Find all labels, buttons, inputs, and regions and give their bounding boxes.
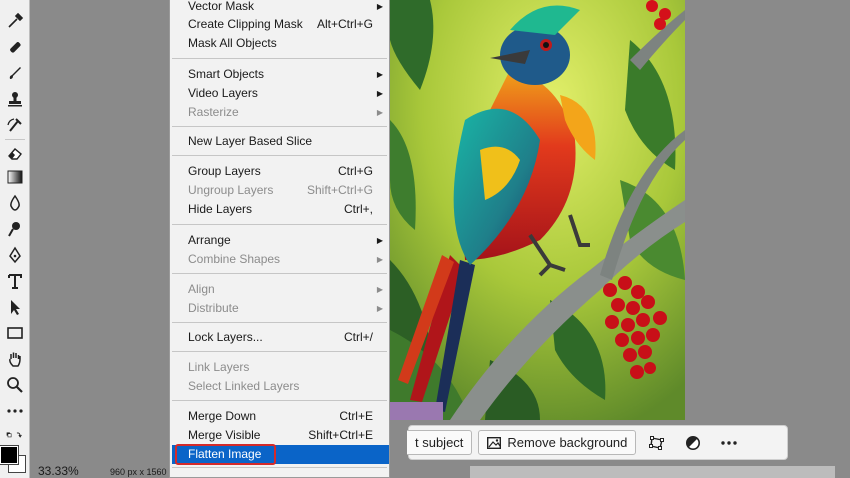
menu-item-lock-layers[interactable]: Lock Layers... Ctrl+/	[170, 328, 389, 347]
tools-panel	[0, 0, 30, 478]
menu-item-create-clipping-mask[interactable]: Create Clipping Mask Alt+Ctrl+G	[170, 15, 389, 34]
menu-separator	[172, 273, 387, 274]
submenu-arrow-icon: ▶	[376, 255, 383, 264]
brush-icon[interactable]	[3, 62, 27, 84]
menu-separator	[172, 400, 387, 401]
eyedropper-icon[interactable]	[3, 10, 27, 32]
menu-item-combine-shapes[interactable]: Combine Shapes ▶	[170, 250, 389, 269]
healing-brush-icon[interactable]	[3, 36, 27, 58]
adjustment-icon[interactable]	[678, 430, 708, 455]
clone-stamp-icon[interactable]	[3, 88, 27, 110]
submenu-arrow-icon: ▶	[376, 236, 383, 245]
remove-background-button[interactable]: Remove background	[478, 430, 637, 455]
submenu-arrow-icon: ▶	[376, 70, 383, 79]
horizontal-scrollbar[interactable]	[470, 466, 835, 478]
history-brush-icon[interactable]	[3, 114, 27, 136]
menu-item-merge-visible[interactable]: Merge Visible Shift+Ctrl+E	[170, 426, 389, 445]
menu-item-rasterize[interactable]: Rasterize ▶	[170, 103, 389, 122]
menu-item-select-linked-layers[interactable]: Select Linked Layers	[170, 377, 389, 396]
more-tools-icon[interactable]	[3, 400, 27, 422]
document-size: 960 px x 1560	[110, 467, 167, 477]
bird-illustration	[390, 0, 685, 420]
image-icon	[487, 436, 502, 449]
rectangle-icon[interactable]	[3, 322, 27, 344]
more-options-icon[interactable]	[714, 430, 744, 455]
select-subject-label: t subject	[415, 435, 464, 450]
menu-separator	[172, 126, 387, 127]
menu-item-new-layer-based-slice[interactable]: New Layer Based Slice	[170, 132, 389, 151]
submenu-arrow-icon: ▶	[376, 285, 383, 294]
foreground-color-swatch[interactable]	[0, 445, 19, 465]
menu-item-hide-layers[interactable]: Hide Layers Ctrl+,	[170, 200, 389, 219]
swap-colors-icon[interactable]	[1, 424, 29, 446]
dodge-icon[interactable]	[3, 218, 27, 240]
tools-divider	[5, 139, 25, 140]
zoom-level[interactable]: 33.33%	[38, 464, 79, 478]
submenu-arrow-icon: ▶	[376, 2, 383, 11]
menu-item-link-layers[interactable]: Link Layers	[170, 358, 389, 377]
blur-icon[interactable]	[3, 192, 27, 214]
menu-item-distribute[interactable]: Distribute ▶	[170, 299, 389, 318]
menu-separator	[172, 322, 387, 323]
hand-icon[interactable]	[3, 348, 27, 370]
menu-item-video-layers[interactable]: Video Layers ▶	[170, 84, 389, 103]
select-subject-button[interactable]: t subject	[407, 430, 473, 455]
canvas-area: t subject Remove background	[30, 0, 850, 478]
transform-icon[interactable]	[642, 430, 672, 455]
menu-separator	[172, 155, 387, 156]
menu-separator	[172, 467, 387, 468]
contextual-task-bar: t subject Remove background	[407, 425, 788, 460]
remove-background-label: Remove background	[507, 435, 628, 450]
menu-item-vector-mask[interactable]: Vector Mask ▶	[170, 0, 389, 16]
menu-item-align[interactable]: Align ▶	[170, 280, 389, 299]
menu-item-arrange[interactable]: Arrange ▶	[170, 231, 389, 250]
pen-icon[interactable]	[3, 244, 27, 266]
menu-separator	[172, 224, 387, 225]
submenu-arrow-icon: ▶	[376, 89, 383, 98]
menu-item-merge-down[interactable]: Merge Down Ctrl+E	[170, 407, 389, 426]
menu-item-smart-objects[interactable]: Smart Objects ▶	[170, 65, 389, 84]
document-image[interactable]	[390, 0, 685, 420]
zoom-icon[interactable]	[3, 374, 27, 396]
eraser-icon[interactable]	[3, 142, 27, 164]
menu-item-ungroup-layers[interactable]: Ungroup Layers Shift+Ctrl+G	[170, 181, 389, 200]
menu-separator	[172, 58, 387, 59]
submenu-arrow-icon: ▶	[376, 304, 383, 313]
menu-separator	[172, 351, 387, 352]
menu-item-mask-all-objects[interactable]: Mask All Objects	[170, 34, 389, 53]
path-selection-icon[interactable]	[3, 296, 27, 318]
menu-item-flatten-image[interactable]: Flatten Image	[172, 445, 389, 464]
layer-menu: Vector Mask ▶ Create Clipping Mask Alt+C…	[169, 0, 390, 478]
submenu-arrow-icon: ▶	[376, 108, 383, 117]
type-icon[interactable]	[3, 270, 27, 292]
gradient-icon[interactable]	[3, 166, 27, 188]
menu-item-group-layers[interactable]: Group Layers Ctrl+G	[170, 162, 389, 181]
